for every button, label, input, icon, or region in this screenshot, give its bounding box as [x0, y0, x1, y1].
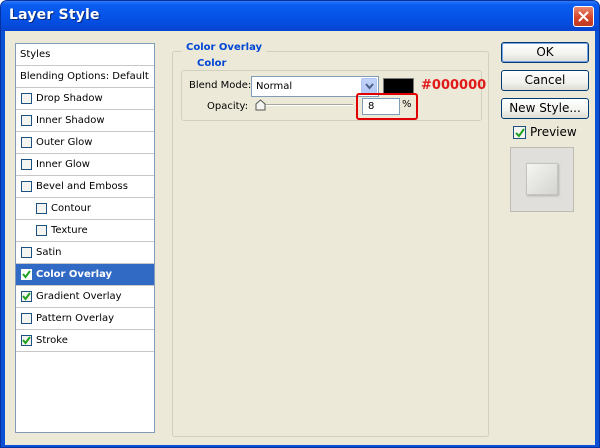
new-style-button[interactable]: New Style... — [501, 98, 589, 119]
subgroup-title: Color — [193, 58, 231, 69]
blending-options-item[interactable]: Blending Options: Default — [16, 66, 154, 88]
style-checkbox[interactable] — [36, 203, 47, 214]
style-item-label: Bevel and Emboss — [36, 181, 128, 192]
style-item-label: Color Overlay — [36, 269, 113, 280]
slider-thumb-icon[interactable] — [255, 99, 266, 111]
opacity-slider-track[interactable] — [259, 104, 353, 106]
style-item-label: Inner Shadow — [36, 115, 105, 126]
opacity-input[interactable]: 8 — [362, 98, 400, 115]
close-icon — [578, 11, 589, 22]
opacity-label: Opacity: — [207, 101, 249, 112]
style-item-drop-shadow[interactable]: Drop Shadow — [16, 88, 154, 110]
style-checkbox[interactable] — [21, 137, 32, 148]
blending-options-label: Blending Options: Default — [20, 71, 149, 82]
style-item-gradient-overlay[interactable]: Gradient Overlay — [16, 286, 154, 308]
title-bar[interactable]: Layer Style — [1, 1, 599, 31]
style-preview — [510, 147, 574, 212]
style-item-label: Stroke — [36, 335, 68, 346]
group-title: Color Overlay — [182, 42, 267, 53]
style-item-texture[interactable]: Texture — [16, 220, 154, 242]
percent-label: % — [402, 99, 412, 110]
style-checkbox[interactable] — [21, 115, 32, 126]
chevron-down-icon — [365, 83, 374, 90]
styles-header[interactable]: Styles — [16, 44, 154, 66]
checkmark-icon — [515, 128, 525, 138]
style-checkbox[interactable] — [21, 247, 32, 258]
style-item-label: Texture — [51, 225, 88, 236]
checkmark-icon — [22, 292, 31, 301]
style-item-label: Drop Shadow — [36, 93, 103, 104]
style-item-bevel-and-emboss[interactable]: Bevel and Emboss — [16, 176, 154, 198]
styles-list: Styles Blending Options: Default Drop Sh… — [15, 43, 155, 433]
close-button[interactable] — [573, 6, 594, 27]
checkmark-icon — [22, 336, 31, 345]
style-item-label: Contour — [51, 203, 91, 214]
preview-thumbnail — [526, 163, 558, 195]
style-item-label: Pattern Overlay — [36, 313, 115, 324]
styles-label: Styles — [20, 49, 51, 60]
style-item-label: Satin — [36, 247, 62, 258]
style-item-outer-glow[interactable]: Outer Glow — [16, 132, 154, 154]
opacity-value: 8 — [368, 101, 375, 112]
style-item-label: Gradient Overlay — [36, 291, 122, 302]
window-title: Layer Style — [9, 7, 100, 23]
style-item-pattern-overlay[interactable]: Pattern Overlay — [16, 308, 154, 330]
style-checkbox[interactable] — [21, 159, 32, 170]
style-item-stroke[interactable]: Stroke — [16, 330, 154, 352]
style-checkbox[interactable] — [21, 313, 32, 324]
style-item-satin[interactable]: Satin — [16, 242, 154, 264]
style-item-contour[interactable]: Contour — [16, 198, 154, 220]
blend-mode-label: Blend Mode: — [189, 80, 252, 91]
color-hex-annotation: #000000 — [421, 78, 487, 93]
style-item-color-overlay[interactable]: Color Overlay — [16, 264, 154, 286]
style-item-inner-glow[interactable]: Inner Glow — [16, 154, 154, 176]
style-checkbox[interactable] — [21, 335, 32, 346]
blend-mode-value: Normal — [256, 81, 293, 92]
checkmark-icon — [22, 270, 31, 279]
style-item-inner-shadow[interactable]: Inner Shadow — [16, 110, 154, 132]
style-checkbox[interactable] — [21, 93, 32, 104]
style-checkbox[interactable] — [21, 181, 32, 192]
style-item-label: Outer Glow — [36, 137, 93, 148]
cancel-button[interactable]: Cancel — [501, 70, 589, 91]
style-checkbox[interactable] — [36, 225, 47, 236]
preview-checkbox[interactable] — [513, 126, 526, 139]
layer-style-dialog: Layer Style Styles Blending Options: Def… — [0, 0, 600, 448]
ok-button[interactable]: OK — [501, 42, 589, 63]
style-item-label: Inner Glow — [36, 159, 90, 170]
style-checkbox[interactable] — [21, 291, 32, 302]
preview-label: Preview — [530, 125, 577, 139]
style-checkbox[interactable] — [21, 269, 32, 280]
